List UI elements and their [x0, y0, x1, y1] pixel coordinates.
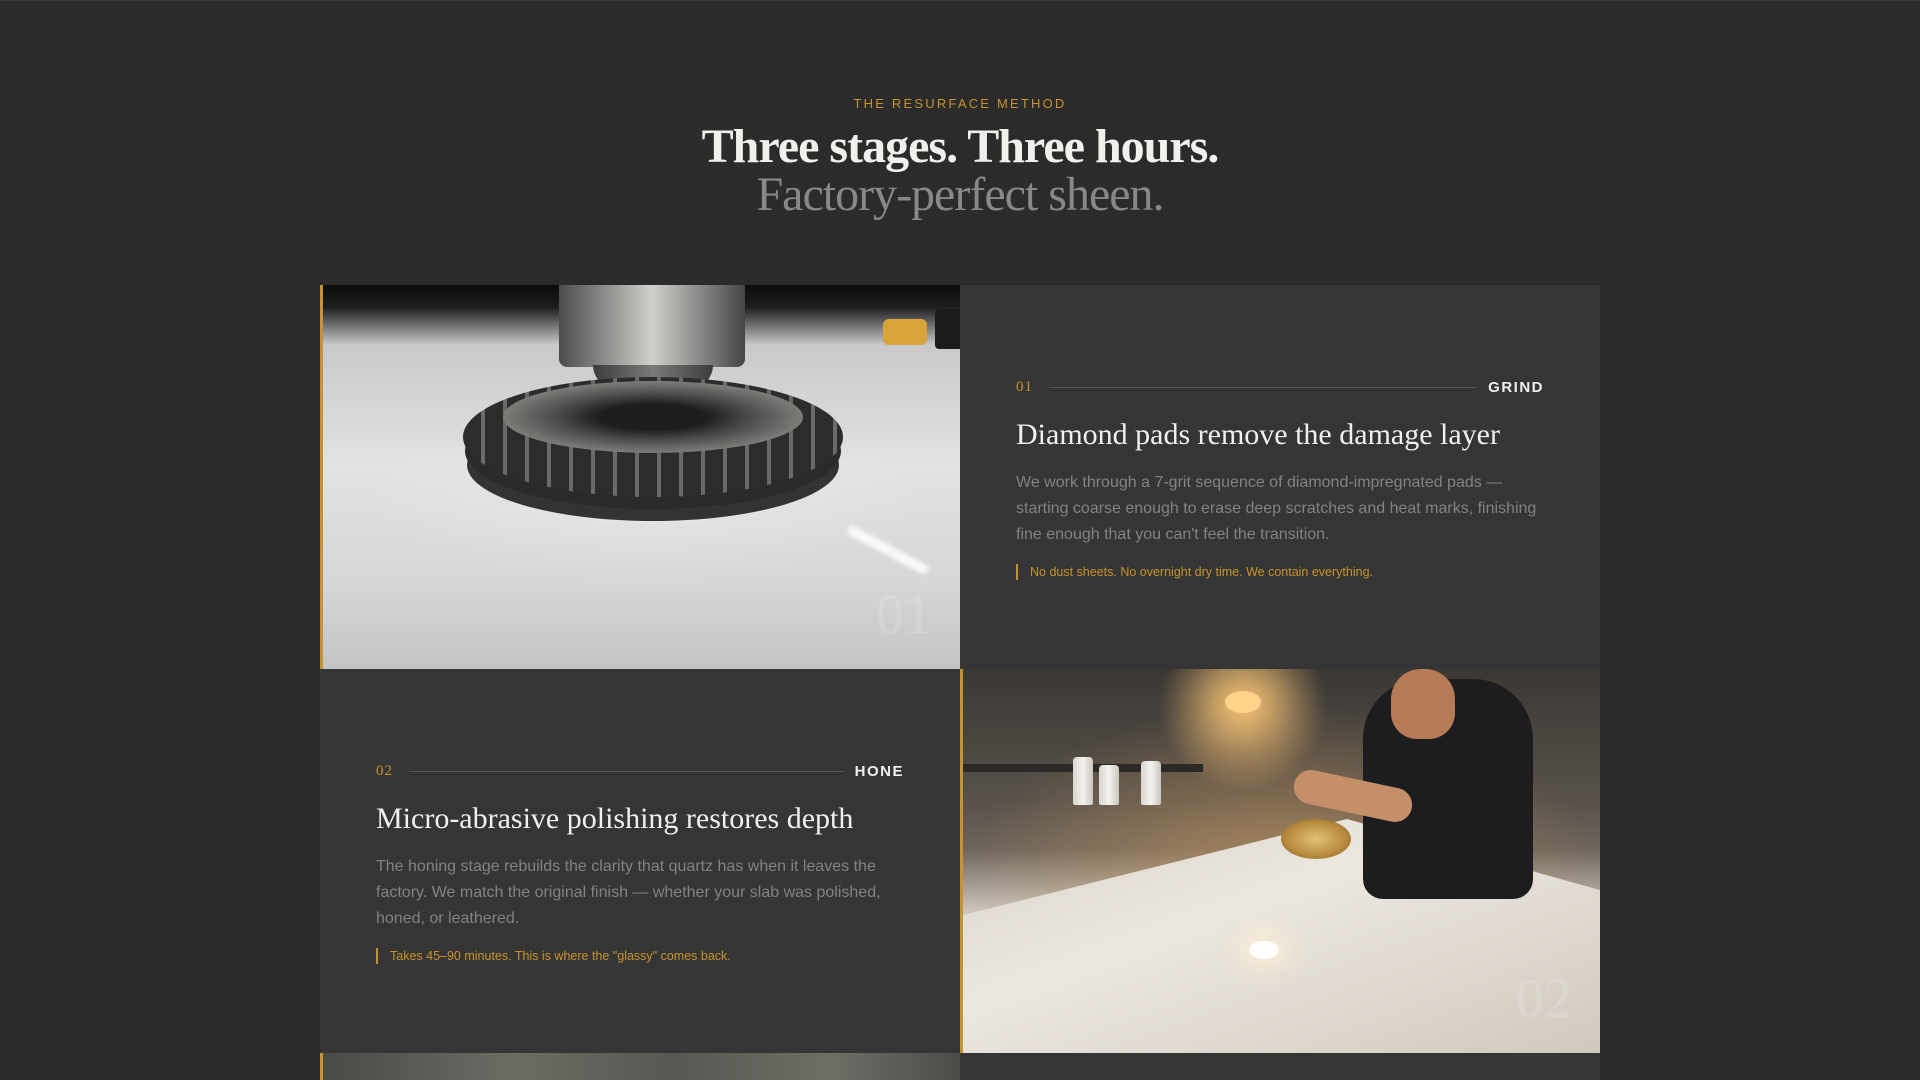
stage-card-grind: 01 GRIND Diamond pads remove the damage … [960, 285, 1600, 669]
stage-note: Takes 45–90 minutes. This is where the "… [376, 948, 904, 964]
ghost-stage-number: 01 [876, 584, 932, 646]
bottle [1099, 765, 1119, 805]
stage-title: Micro-abrasive polishing restores depth [376, 802, 854, 835]
polishing-tool [1281, 819, 1351, 859]
stage-3-photo-partial [320, 1053, 960, 1080]
grinding-pad-photo: 01 [320, 285, 960, 669]
stage-label: GRIND [1488, 379, 1544, 396]
stage-card-hone: 02 HONE Micro-abrasive polishing restore… [320, 669, 960, 1053]
diamond-pad-hub [503, 381, 803, 453]
stage-divider [409, 771, 843, 772]
stage-description: The honing stage rebuilds the clarity th… [376, 858, 881, 927]
stage-meta: 02 HONE [376, 763, 904, 780]
light-reflection [845, 524, 931, 576]
craftsman-head [1391, 669, 1455, 739]
section-subline: Factory-perfect sheen. [756, 168, 1164, 221]
surface-glare [1249, 941, 1279, 959]
stage-number: 01 [1016, 379, 1033, 395]
section-eyebrow: THE RESURFACE METHOD [853, 96, 1067, 111]
stage-title: Diamond pads remove the damage layer [1016, 418, 1500, 451]
stage-3-card-partial [960, 1053, 1600, 1080]
background-tool [935, 309, 960, 349]
stage-row-2: 02 HONE Micro-abrasive polishing restore… [320, 669, 1600, 1053]
stage-note: No dust sheets. No overnight dry time. W… [1016, 564, 1544, 580]
background-tool [883, 319, 927, 345]
stages-grid: 01 01 GRIND Diamond pads remove the dama… [320, 285, 1600, 1053]
top-divider [0, 0, 1920, 1]
work-lamp [1225, 691, 1261, 713]
ghost-stage-number: 02 [1516, 968, 1572, 1030]
stage-number: 02 [376, 763, 393, 779]
stage-row-1: 01 01 GRIND Diamond pads remove the dama… [320, 285, 1600, 669]
stage-meta: 01 GRIND [1016, 379, 1544, 396]
stage-label: HONE [854, 763, 904, 780]
section-headline: Three stages. Three hours. [701, 120, 1220, 173]
stage-divider [1049, 387, 1477, 388]
section-header: THE RESURFACE METHOD Three stages. Three… [0, 96, 1920, 219]
stage-description: We work through a 7-grit sequence of dia… [1016, 474, 1537, 543]
craftsman-honing-photo: 02 [960, 669, 1600, 1053]
grinder-spindle [559, 285, 745, 367]
bottle [1073, 757, 1093, 805]
bottle [1141, 761, 1161, 805]
